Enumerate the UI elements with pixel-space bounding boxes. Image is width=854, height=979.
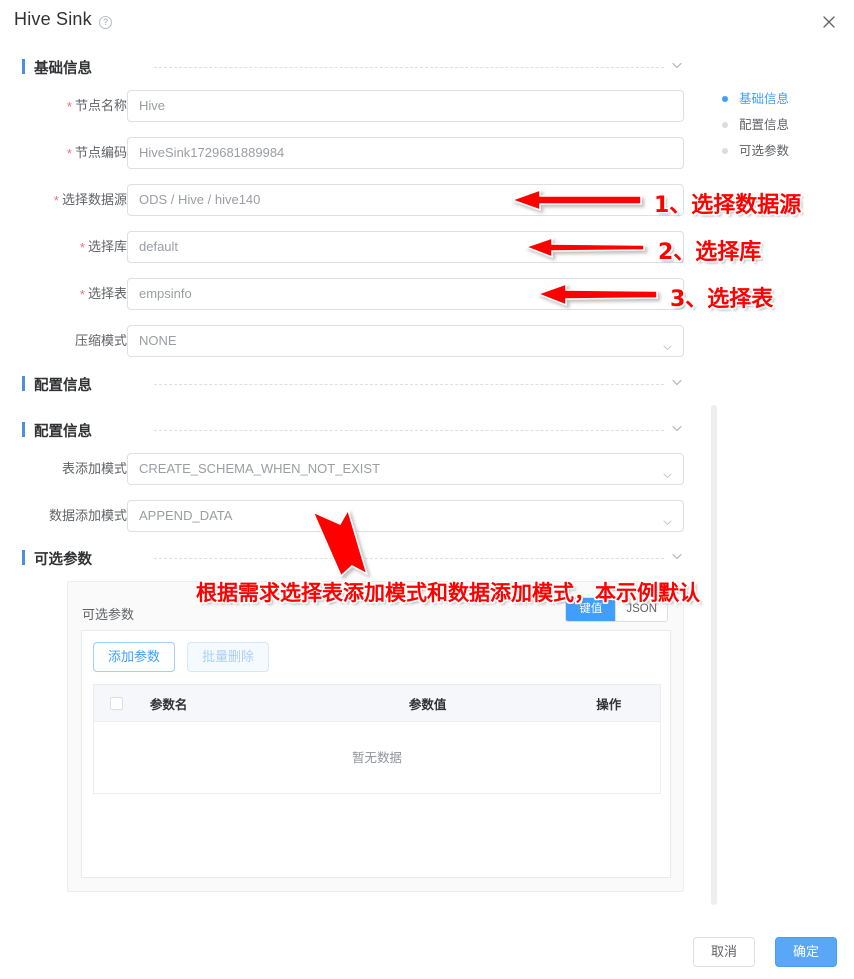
anchor-label: 基础信息 bbox=[739, 92, 790, 106]
close-icon[interactable] bbox=[819, 12, 839, 32]
section-header-optional[interactable]: 可选参数 bbox=[22, 548, 684, 570]
section-title: 可选参数 bbox=[34, 552, 92, 568]
table-select[interactable]: empsinfo bbox=[127, 278, 684, 310]
required-marker: * bbox=[66, 99, 72, 114]
params-table: 参数名 参数值 操作 暂无数据 bbox=[93, 684, 661, 794]
vertical-scrollbar[interactable] bbox=[711, 405, 717, 905]
anchor-item-config[interactable]: 配置信息 bbox=[722, 112, 789, 138]
chevron-down-icon bbox=[661, 463, 674, 479]
column-header-param-name: 参数名 bbox=[149, 697, 188, 712]
datasource-select[interactable]: ODS / Hive / hive140 bbox=[127, 184, 684, 216]
segment-keyvalue[interactable]: 键值 bbox=[566, 598, 616, 621]
section-header-config-collapsed[interactable]: 配置信息 bbox=[22, 374, 684, 396]
section-title: 配置信息 bbox=[34, 378, 92, 394]
optional-params-card: 可选参数 键值 JSON 添加参数 批量删除 参数名 参数值 操作 暂无数据 bbox=[67, 581, 684, 892]
add-param-button[interactable]: 添加参数 bbox=[93, 642, 176, 672]
field-row-table: * 选择表 empsinfo bbox=[0, 278, 684, 310]
column-header-action: 操作 bbox=[596, 697, 622, 712]
annotation-label-3: 3、选择表 bbox=[670, 287, 774, 312]
chevron-down-icon[interactable] bbox=[670, 375, 684, 389]
required-marker: * bbox=[66, 146, 72, 161]
section-accent-bar bbox=[22, 376, 25, 391]
dialog-header: Hive Sink ? bbox=[0, 0, 854, 46]
required-marker: * bbox=[79, 287, 85, 302]
required-marker: * bbox=[53, 193, 59, 208]
section-accent-bar bbox=[22, 550, 25, 565]
table-body: 暂无数据 bbox=[93, 722, 661, 794]
bullet-icon bbox=[722, 96, 728, 102]
section-divider bbox=[154, 384, 664, 385]
section-accent-bar bbox=[22, 59, 25, 74]
anchor-item-optional[interactable]: 可选参数 bbox=[722, 138, 789, 164]
table-add-mode-select[interactable]: CREATE_SCHEMA_WHEN_NOT_EXIST bbox=[127, 453, 684, 485]
node-code-input[interactable]: HiveSink1729681889984 bbox=[127, 137, 684, 169]
section-title: 基础信息 bbox=[34, 61, 92, 77]
field-row-table-add-mode: 表添加模式 CREATE_SCHEMA_WHEN_NOT_EXIST bbox=[0, 453, 684, 485]
chevron-down-icon bbox=[661, 510, 674, 526]
section-header-basic[interactable]: 基础信息 bbox=[22, 57, 684, 79]
chevron-down-icon bbox=[661, 335, 674, 351]
optional-params-label: 可选参数 bbox=[82, 607, 135, 622]
batch-delete-button: 批量删除 bbox=[187, 642, 270, 672]
view-mode-toggle[interactable]: 键值 JSON bbox=[565, 597, 668, 622]
hive-sink-dialog: Hive Sink ? 基础信息 配置信息 可选参数 基础信息 * 节点名称 H… bbox=[0, 0, 854, 979]
section-accent-bar bbox=[22, 422, 25, 437]
anchor-nav: 基础信息 配置信息 可选参数 bbox=[722, 86, 789, 164]
field-row-database: * 选择库 default bbox=[0, 231, 684, 263]
select-all-checkbox[interactable] bbox=[94, 696, 150, 710]
field-row-datasource: * 选择数据源 ODS / Hive / hive140 bbox=[0, 184, 684, 216]
params-inner-panel: 添加参数 批量删除 参数名 参数值 操作 暂无数据 bbox=[81, 630, 671, 878]
node-name-input[interactable]: Hive bbox=[127, 90, 684, 122]
data-add-mode-select[interactable]: APPEND_DATA bbox=[127, 500, 684, 532]
chevron-down-icon[interactable] bbox=[670, 421, 684, 435]
compress-mode-select[interactable]: NONE bbox=[127, 325, 684, 357]
anchor-label: 配置信息 bbox=[739, 118, 790, 132]
empty-state-text: 暂无数据 bbox=[351, 751, 402, 765]
section-divider bbox=[154, 430, 664, 431]
field-row-node-name: * 节点名称 Hive bbox=[0, 90, 684, 122]
database-select[interactable]: default bbox=[127, 231, 684, 263]
field-label: * 节点编码 bbox=[66, 145, 127, 161]
field-label: * 节点名称 bbox=[66, 98, 127, 114]
field-label: * 选择数据源 bbox=[53, 192, 127, 208]
bullet-icon bbox=[722, 148, 728, 154]
field-label: * 选择表 bbox=[79, 286, 127, 302]
page-title: Hive Sink bbox=[14, 9, 92, 29]
checkbox-icon bbox=[110, 696, 123, 710]
anchor-item-basic[interactable]: 基础信息 bbox=[722, 86, 789, 112]
field-row-data-add-mode: 数据添加模式 APPEND_DATA bbox=[0, 500, 684, 532]
confirm-button[interactable]: 确定 bbox=[774, 937, 837, 967]
bullet-icon bbox=[722, 122, 728, 128]
field-label: 表添加模式 bbox=[61, 461, 127, 476]
chevron-down-icon[interactable] bbox=[670, 549, 684, 563]
required-marker: * bbox=[79, 240, 85, 255]
chevron-down-icon[interactable] bbox=[670, 58, 684, 72]
section-title: 配置信息 bbox=[34, 424, 92, 440]
field-label: 压缩模式 bbox=[74, 333, 127, 348]
anchor-label: 可选参数 bbox=[739, 144, 790, 158]
field-row-compress-mode: 压缩模式 NONE bbox=[0, 325, 684, 357]
table-header-row: 参数名 参数值 操作 bbox=[93, 684, 661, 722]
field-label: 数据添加模式 bbox=[48, 508, 127, 523]
cancel-button[interactable]: 取消 bbox=[692, 937, 755, 967]
section-header-config[interactable]: 配置信息 bbox=[22, 420, 684, 442]
field-row-node-code: * 节点编码 HiveSink1729681889984 bbox=[0, 137, 684, 169]
dialog-footer: 取消 确定 bbox=[0, 919, 854, 979]
section-divider bbox=[154, 67, 664, 68]
field-label: * 选择库 bbox=[79, 239, 127, 255]
section-divider bbox=[154, 558, 664, 559]
question-circle-icon[interactable]: ? bbox=[99, 16, 112, 29]
segment-json[interactable]: JSON bbox=[615, 598, 667, 621]
column-header-param-value: 参数值 bbox=[408, 697, 447, 712]
